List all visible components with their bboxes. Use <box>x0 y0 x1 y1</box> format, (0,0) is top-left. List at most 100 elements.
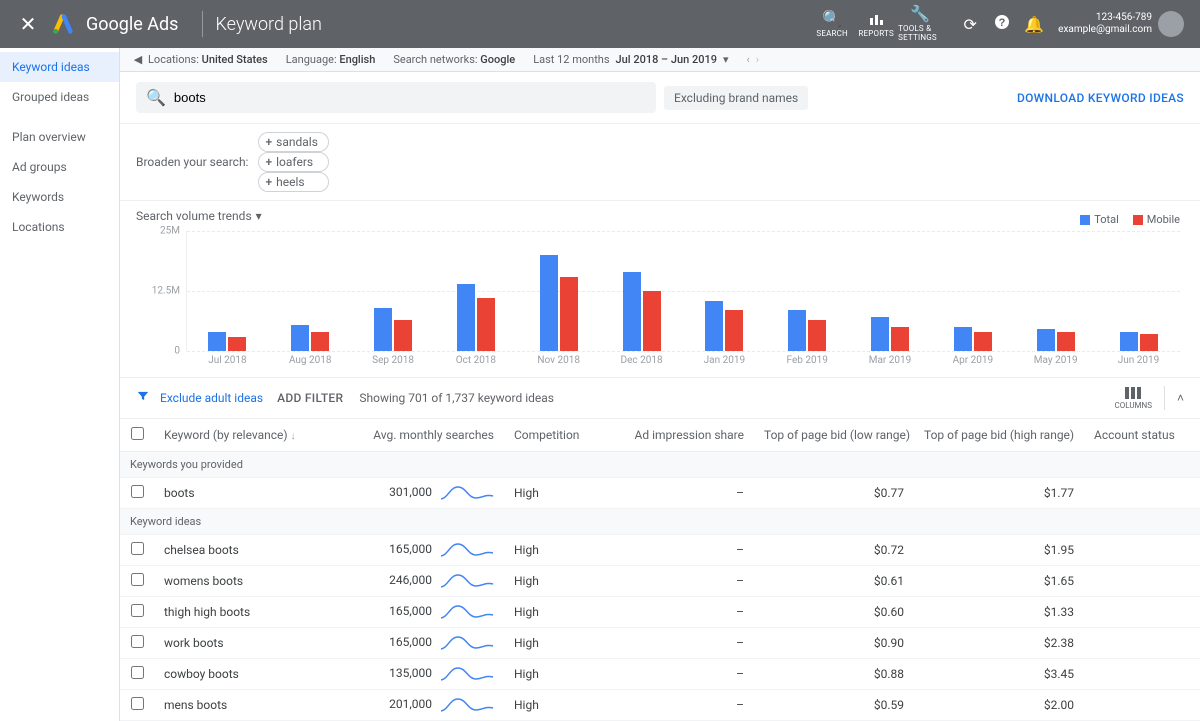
bar-total <box>374 308 392 351</box>
chart-month[interactable]: Jan 2019 <box>683 231 766 351</box>
avatar[interactable] <box>1158 11 1184 37</box>
bar-mobile <box>1057 332 1075 351</box>
broaden-pill-heels[interactable]: +heels <box>258 172 328 192</box>
targeting-bar: ◀ Locations: United States Language: Eng… <box>120 48 1200 72</box>
date-prev-icon[interactable]: ‹ <box>746 53 749 66</box>
table-row[interactable]: boots301,000High–$0.77$1.77 <box>120 478 1200 509</box>
select-all-checkbox[interactable] <box>131 427 144 440</box>
chart-month[interactable]: Sep 2018 <box>352 231 435 351</box>
account-switcher[interactable]: 123-456-789 example@gmail.com <box>1058 11 1184 37</box>
x-tick-label: Jul 2018 <box>208 355 246 366</box>
chart-month[interactable]: Jul 2018 <box>186 231 269 351</box>
bar-total <box>705 301 723 351</box>
download-keyword-ideas-button[interactable]: DOWNLOAD KEYWORD IDEAS <box>1017 91 1184 105</box>
keyword-search-input[interactable] <box>174 90 646 105</box>
refresh-button[interactable]: ⟳ <box>954 15 986 34</box>
chart-title-dropdown[interactable]: Search volume trends ▾ <box>136 209 1184 223</box>
legend-total[interactable]: Total <box>1080 213 1119 226</box>
cell-account-status <box>1084 478 1200 509</box>
columns-button[interactable]: COLUMNS <box>1115 387 1152 410</box>
chart-legend: Total Mobile <box>1080 213 1180 226</box>
table-row[interactable]: thigh high boots165,000High–$0.60$1.33 <box>120 597 1200 628</box>
collapse-chart-button[interactable]: ˄ <box>1177 391 1184 405</box>
locations-filter[interactable]: Locations: United States <box>148 53 268 66</box>
row-checkbox[interactable] <box>131 666 144 679</box>
filter-icon[interactable] <box>136 389 150 407</box>
help-button[interactable]: ? <box>986 14 1018 34</box>
cell-account-status <box>1084 690 1200 721</box>
date-next-icon[interactable]: › <box>756 53 759 66</box>
row-checkbox[interactable] <box>131 573 144 586</box>
col-ad-impression-share[interactable]: Ad impression share <box>614 419 754 452</box>
row-checkbox[interactable] <box>131 542 144 555</box>
table-filter-bar: Exclude adult ideas ADD FILTER Showing 7… <box>120 378 1200 419</box>
table-row[interactable]: chelsea boots165,000High–$0.72$1.95 <box>120 535 1200 566</box>
table-row[interactable]: womens boots246,000High–$0.61$1.65 <box>120 566 1200 597</box>
table-row[interactable]: mens boots201,000High–$0.59$2.00 <box>120 690 1200 721</box>
keyword-ideas-table: Keyword (by relevance) ↓ Avg. monthly se… <box>120 419 1200 721</box>
col-competition[interactable]: Competition <box>504 419 614 452</box>
row-checkbox[interactable] <box>131 485 144 498</box>
col-bid-low[interactable]: Top of page bid (low range) <box>754 419 914 452</box>
col-keyword[interactable]: Keyword (by relevance) ↓ <box>154 419 344 452</box>
col-bid-high[interactable]: Top of page bid (high range) <box>914 419 1084 452</box>
sidebar-item-plan-overview[interactable]: Plan overview <box>0 122 119 152</box>
row-checkbox[interactable] <box>131 604 144 617</box>
table-row[interactable]: cowboy boots135,000High–$0.88$3.45 <box>120 659 1200 690</box>
sidebar: Keyword ideasGrouped ideas Plan overviewA… <box>0 48 120 721</box>
cell-ad-share: – <box>614 478 754 509</box>
cell-keyword: boots <box>154 478 344 509</box>
x-tick-label: Nov 2018 <box>537 355 580 366</box>
chart-panel: Search volume trends ▾ Total Mobile Jul … <box>120 201 1200 378</box>
networks-filter[interactable]: Search networks: Google <box>393 53 515 66</box>
broaden-pill-loafers[interactable]: +loafers <box>258 152 328 172</box>
header-tool-search[interactable]: 🔍 SEARCH <box>810 11 854 38</box>
cell-account-status <box>1084 535 1200 566</box>
x-tick-label: Aug 2018 <box>289 355 332 366</box>
sidebar-item-grouped-ideas[interactable]: Grouped ideas <box>0 82 119 112</box>
broaden-pill-sandals[interactable]: +sandals <box>258 132 328 152</box>
date-range-picker[interactable]: Last 12 months Jul 2018 – Jun 2019 ▾ ‹ › <box>533 53 759 66</box>
table-section-header: Keyword ideas <box>120 509 1200 535</box>
sidebar-item-locations[interactable]: Locations <box>0 212 119 242</box>
table-row[interactable]: work boots165,000High–$0.90$2.38 <box>120 628 1200 659</box>
chart-month[interactable]: Oct 2018 <box>434 231 517 351</box>
cell-competition: High <box>504 628 614 659</box>
sparkline-icon <box>440 572 494 590</box>
exclude-adult-ideas-link[interactable]: Exclude adult ideas <box>160 391 263 405</box>
chart-month[interactable]: Dec 2018 <box>600 231 683 351</box>
cell-avg-searches: 201,000 <box>344 690 504 721</box>
sidebar-item-keywords[interactable]: Keywords <box>0 182 119 212</box>
notifications-button[interactable]: 🔔 <box>1018 15 1050 34</box>
sparkline-icon <box>440 484 494 502</box>
language-filter[interactable]: Language: English <box>286 53 376 66</box>
sidebar-item-keyword-ideas[interactable]: Keyword ideas <box>0 52 119 82</box>
legend-mobile[interactable]: Mobile <box>1133 213 1180 226</box>
col-account-status[interactable]: Account status <box>1084 419 1200 452</box>
keyword-search-box[interactable]: 🔍 <box>136 82 656 113</box>
chart-month[interactable]: Aug 2018 <box>269 231 352 351</box>
row-checkbox[interactable] <box>131 635 144 648</box>
cell-bid-high: $1.77 <box>914 478 1084 509</box>
chart-month[interactable]: Feb 2019 <box>766 231 849 351</box>
bar-mobile <box>311 332 329 351</box>
header-tool-settings[interactable]: 🔧 TOOLS & SETTINGS <box>898 6 942 42</box>
chart-month[interactable]: Nov 2018 <box>517 231 600 351</box>
cell-bid-low: $0.72 <box>754 535 914 566</box>
header-tool-reports[interactable]: REPORTS <box>854 11 898 38</box>
row-checkbox[interactable] <box>131 697 144 710</box>
exclusion-chip[interactable]: Excluding brand names <box>664 86 808 110</box>
close-icon[interactable]: ✕ <box>16 12 40 36</box>
chart-month[interactable]: Apr 2019 <box>931 231 1014 351</box>
col-avg-searches[interactable]: Avg. monthly searches <box>344 419 504 452</box>
chart-month[interactable]: Jun 2019 <box>1097 231 1180 351</box>
bar-total <box>788 310 806 351</box>
collapse-sidebar-icon[interactable]: ◀ <box>128 53 148 66</box>
cell-bid-low: $0.61 <box>754 566 914 597</box>
chart-month[interactable]: Mar 2019 <box>849 231 932 351</box>
add-filter-button[interactable]: ADD FILTER <box>277 391 343 405</box>
sidebar-item-ad-groups[interactable]: Ad groups <box>0 152 119 182</box>
cell-bid-high: $3.45 <box>914 659 1084 690</box>
bar-mobile <box>725 310 743 351</box>
chart-month[interactable]: May 2019 <box>1014 231 1097 351</box>
